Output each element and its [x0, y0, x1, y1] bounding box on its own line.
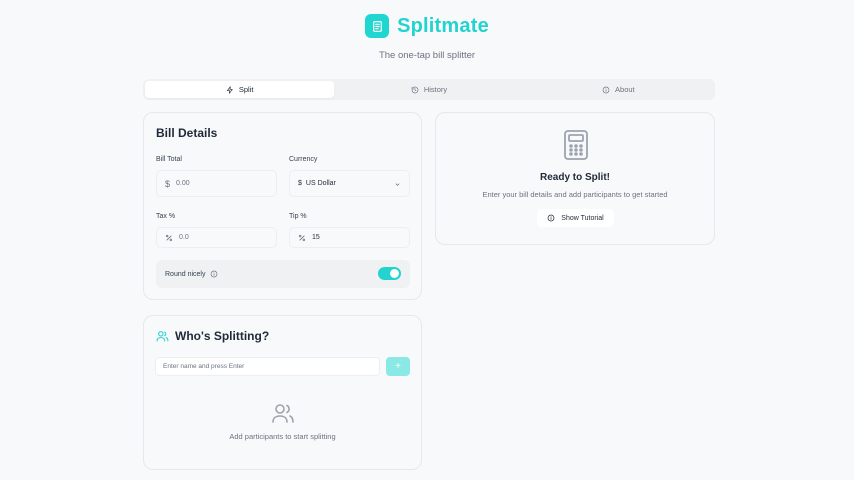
- bill-total-input[interactable]: $ 0.00: [156, 170, 277, 197]
- tax-input[interactable]: 0.0: [156, 227, 277, 248]
- history-icon: [411, 86, 419, 93]
- ready-title: Ready to Split!: [539, 172, 610, 183]
- currency-symbol: $: [298, 180, 302, 187]
- bill-total-label: Bill Total: [156, 156, 182, 163]
- round-nicely-row: Round nicely: [156, 260, 410, 288]
- zap-icon: [226, 85, 233, 94]
- dollar-icon: $: [165, 178, 171, 189]
- participants-title: Who's Splitting?: [175, 329, 270, 343]
- currency-select[interactable]: $ US Dollar: [289, 170, 410, 197]
- info-icon: [547, 214, 555, 222]
- currency-value: US Dollar: [305, 180, 336, 187]
- percent-icon: [165, 234, 173, 241]
- tax-placeholder: 0.0: [179, 234, 189, 241]
- participants-empty-text: Add participants to start splitting: [229, 432, 336, 441]
- tab-history[interactable]: History: [334, 81, 523, 98]
- app-subtitle: The one-tap bill splitter: [378, 50, 476, 61]
- app-title: Splitmate: [397, 14, 489, 37]
- tab-split-label: Split: [238, 85, 254, 94]
- tab-about-label: About: [615, 85, 635, 94]
- add-participant-button[interactable]: +: [386, 357, 410, 376]
- tab-split[interactable]: Split: [145, 81, 335, 98]
- show-tutorial-label: Show Tutorial: [561, 214, 604, 222]
- main-tabs: Split History About: [143, 79, 715, 100]
- receipt-icon: [365, 14, 390, 38]
- participants-header: Who's Splitting?: [156, 329, 269, 343]
- tip-input[interactable]: 15: [289, 227, 410, 248]
- round-nicely-label: Round nicely: [165, 270, 206, 278]
- ready-subtitle: Enter your bill details and add particip…: [482, 190, 668, 199]
- chevron-down-icon: [395, 183, 400, 186]
- bill-total-placeholder: 0.00: [176, 180, 190, 187]
- bill-details-title: Bill Details: [156, 126, 218, 140]
- toggle-knob: [390, 269, 399, 278]
- bill-details-card: Bill Details Bill Total $ 0.00 Currency …: [143, 112, 422, 300]
- tip-value: 15: [312, 234, 320, 241]
- round-nicely-toggle[interactable]: [378, 267, 401, 280]
- tax-label: Tax %: [156, 213, 176, 220]
- ready-card: Ready to Split! Enter your bill details …: [435, 112, 715, 245]
- currency-label: Currency: [289, 156, 318, 163]
- tab-about[interactable]: About: [524, 81, 713, 98]
- tab-history-label: History: [423, 85, 448, 94]
- calculator-icon: [563, 129, 589, 166]
- app-header: Splitmate: [0, 14, 854, 38]
- participant-name-input[interactable]: Enter name and press Enter: [155, 357, 380, 376]
- tip-label: Tip %: [289, 213, 307, 220]
- participants-card: Who's Splitting? Enter name and press En…: [143, 315, 422, 470]
- info-icon[interactable]: [210, 270, 218, 278]
- info-icon: [602, 86, 610, 93]
- users-icon: [156, 331, 169, 342]
- users-icon: [271, 402, 295, 429]
- show-tutorial-button[interactable]: Show Tutorial: [537, 209, 614, 227]
- percent-icon: [298, 234, 306, 241]
